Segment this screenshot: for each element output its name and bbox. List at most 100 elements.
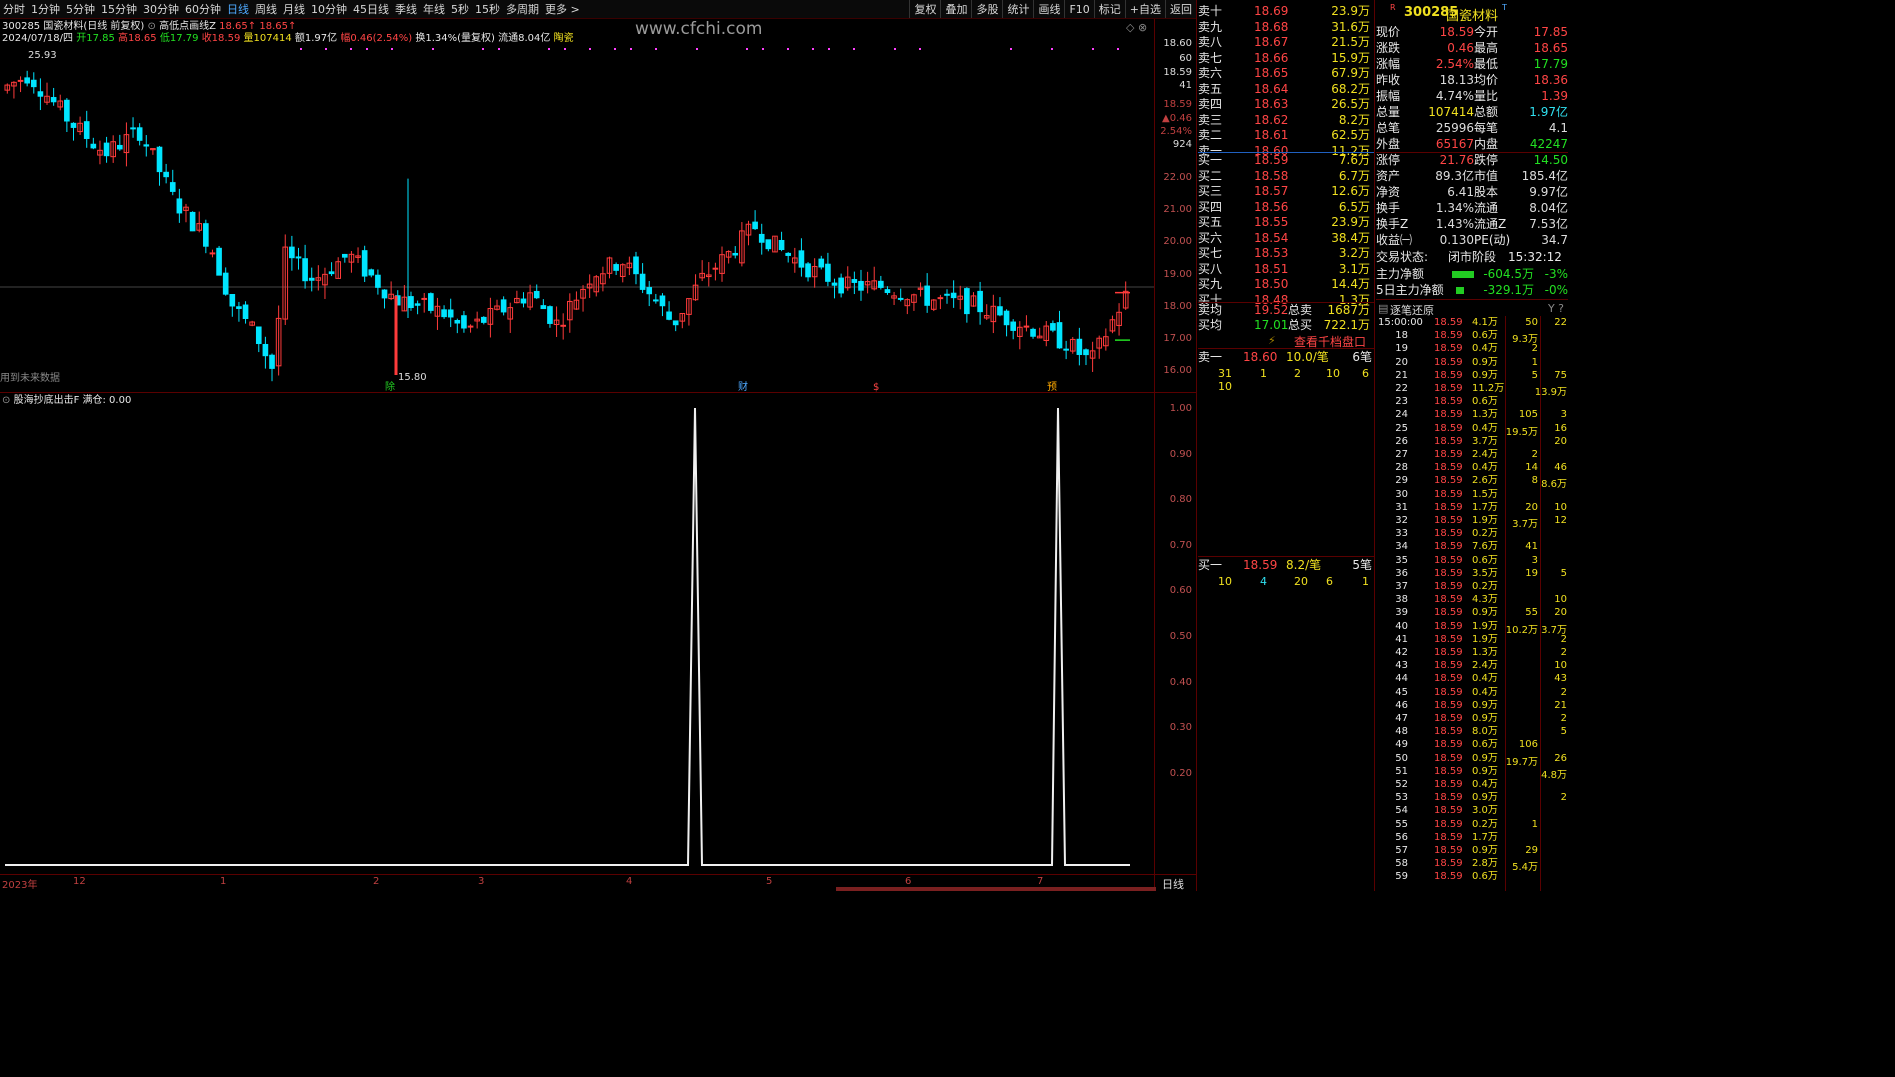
candle[interactable] xyxy=(1083,348,1089,366)
candle[interactable] xyxy=(778,231,785,252)
candle[interactable] xyxy=(1003,309,1010,337)
candle[interactable] xyxy=(441,305,447,319)
candle[interactable] xyxy=(937,294,944,310)
candle[interactable] xyxy=(203,219,209,254)
candle[interactable] xyxy=(454,318,461,334)
candle[interactable] xyxy=(520,292,527,308)
bid-row[interactable]: 买三 18.57 12.6万 xyxy=(1198,184,1374,200)
candle[interactable] xyxy=(990,294,997,334)
bid-row[interactable]: 买六 18.54 38.4万 xyxy=(1198,231,1374,247)
tool-button[interactable]: 返回 xyxy=(1165,0,1196,18)
candle[interactable] xyxy=(150,148,156,155)
candle[interactable] xyxy=(791,247,798,273)
period-tab[interactable]: 日线 xyxy=(224,0,252,18)
candle[interactable] xyxy=(692,274,699,301)
candle[interactable] xyxy=(930,299,937,312)
tool-button[interactable]: F10 xyxy=(1064,0,1093,18)
ask-row[interactable]: 卖九 18.68 31.6万 xyxy=(1198,20,1374,36)
candle[interactable] xyxy=(798,238,805,277)
candle[interactable] xyxy=(322,267,328,299)
candle[interactable] xyxy=(289,235,295,271)
candle[interactable] xyxy=(308,267,315,292)
candle[interactable] xyxy=(705,262,712,287)
candle[interactable] xyxy=(666,301,672,321)
candle[interactable] xyxy=(196,211,203,233)
ask-row[interactable]: 卖五 18.64 68.2万 xyxy=(1198,82,1374,98)
candle[interactable] xyxy=(64,98,70,133)
candle[interactable] xyxy=(672,320,679,332)
candle[interactable] xyxy=(375,269,381,295)
period-tab[interactable]: 45日线 xyxy=(350,0,392,18)
candle[interactable] xyxy=(176,188,183,223)
candle[interactable] xyxy=(1050,320,1056,333)
candle[interactable] xyxy=(209,249,216,258)
candle[interactable] xyxy=(1036,327,1043,339)
candle[interactable] xyxy=(1109,315,1116,334)
candle[interactable] xyxy=(1063,340,1069,360)
candle[interactable] xyxy=(765,239,772,252)
candle[interactable] xyxy=(897,288,904,302)
candle[interactable] xyxy=(414,300,421,315)
candle[interactable] xyxy=(633,251,639,285)
indicator-settings-icon[interactable]: ⊙ xyxy=(148,21,156,32)
candle[interactable] xyxy=(103,136,110,163)
tool-button[interactable]: 标记 xyxy=(1093,0,1125,18)
event-marker[interactable]: 除 xyxy=(385,380,395,392)
ask-row[interactable]: 卖八 18.67 21.5万 xyxy=(1198,35,1374,51)
candle[interactable] xyxy=(745,220,752,246)
candle[interactable] xyxy=(699,260,705,282)
candle[interactable] xyxy=(494,299,500,311)
candle[interactable] xyxy=(924,273,930,313)
candle[interactable] xyxy=(1122,281,1129,310)
candle[interactable] xyxy=(838,273,844,298)
candle[interactable] xyxy=(222,267,229,296)
candle[interactable] xyxy=(686,298,692,326)
ask-row[interactable]: 卖十 18.69 23.9万 xyxy=(1198,4,1374,20)
candle[interactable] xyxy=(348,251,355,273)
candle[interactable] xyxy=(70,122,77,141)
candle[interactable] xyxy=(725,250,732,264)
indicator-chart[interactable] xyxy=(0,400,1155,870)
candle[interactable] xyxy=(480,316,487,325)
candle[interactable] xyxy=(593,275,600,297)
candle[interactable] xyxy=(580,285,586,312)
candle[interactable] xyxy=(368,268,375,278)
period-tab[interactable]: 周线 xyxy=(252,0,280,18)
candle[interactable] xyxy=(547,305,553,328)
candle[interactable] xyxy=(858,269,864,301)
candle[interactable] xyxy=(540,299,547,310)
candle[interactable] xyxy=(116,134,123,151)
candlestick-chart[interactable]: 25.93 15.80除 财 $ 预 xyxy=(0,46,1155,392)
candle[interactable] xyxy=(189,211,196,232)
candle[interactable] xyxy=(487,297,494,338)
bid-row[interactable]: 买五 18.55 23.9万 xyxy=(1198,215,1374,231)
candle[interactable] xyxy=(772,235,778,253)
candle[interactable] xyxy=(1023,315,1030,332)
candle[interactable] xyxy=(57,94,64,111)
period-tab[interactable]: 5分钟 xyxy=(63,0,98,18)
candle[interactable] xyxy=(90,137,97,150)
candle[interactable] xyxy=(659,293,666,317)
candle[interactable] xyxy=(50,87,57,106)
candle[interactable] xyxy=(1010,319,1017,340)
candle[interactable] xyxy=(553,306,560,337)
tool-button[interactable]: 叠加 xyxy=(940,0,971,18)
candle[interactable] xyxy=(44,82,50,105)
candle[interactable] xyxy=(957,285,964,310)
ask-row[interactable]: 卖六 18.65 67.9万 xyxy=(1198,66,1374,82)
candle[interactable] xyxy=(950,280,957,308)
candle[interactable] xyxy=(646,281,653,307)
candle[interactable] xyxy=(136,123,143,146)
candle[interactable] xyxy=(156,145,163,186)
bid-row[interactable]: 买四 18.56 6.5万 xyxy=(1198,200,1374,216)
candle[interactable] xyxy=(11,81,17,99)
bid-row[interactable]: 买一 18.59 7.6万 xyxy=(1198,153,1374,169)
candle[interactable] xyxy=(110,135,117,163)
candle[interactable] xyxy=(17,76,24,93)
candle[interactable] xyxy=(97,140,103,165)
candle[interactable] xyxy=(500,296,507,316)
candle[interactable] xyxy=(37,78,44,111)
candle[interactable] xyxy=(626,256,633,276)
bid-row[interactable]: 买八 18.51 3.1万 xyxy=(1198,262,1374,278)
candle[interactable] xyxy=(1030,327,1036,339)
